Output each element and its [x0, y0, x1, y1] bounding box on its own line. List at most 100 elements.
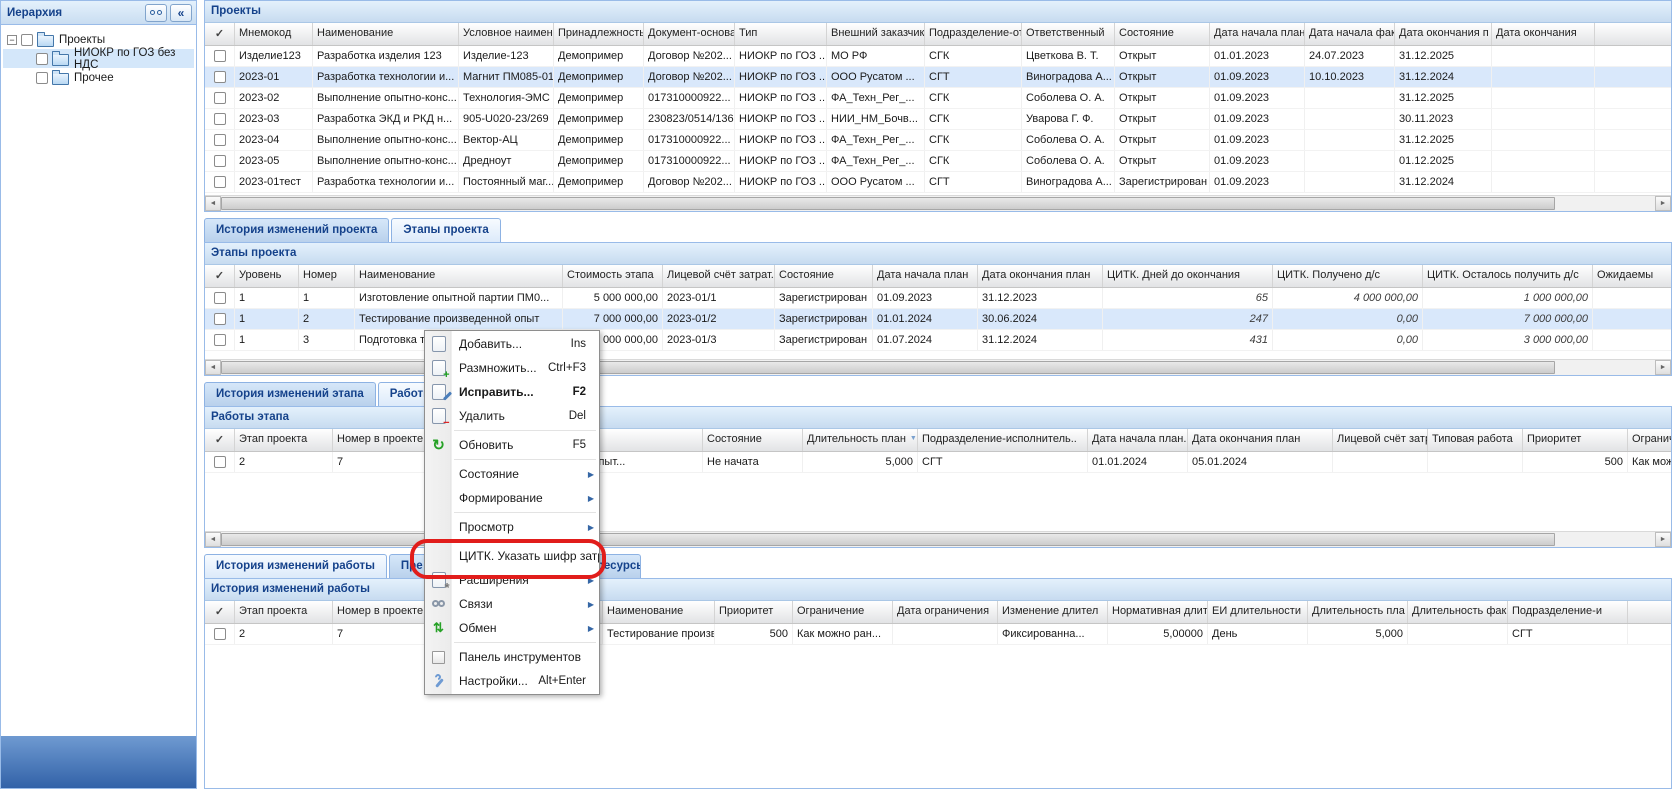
column-header[interactable]: Состояние: [1115, 23, 1210, 45]
column-header[interactable]: Условное наименова: [459, 23, 554, 45]
row-checkbox[interactable]: [214, 313, 226, 325]
tree-item[interactable]: НИОКР по ГОЗ без НДС: [3, 49, 194, 68]
tree-checkbox[interactable]: [21, 34, 33, 46]
tab-2[interactable]: Этапы проекта: [391, 218, 500, 242]
menu-item[interactable]: Расширения▶: [425, 568, 599, 592]
column-header[interactable]: ЕИ длительности: [1208, 601, 1308, 623]
column-header[interactable]: Номер: [299, 265, 355, 287]
scroll-right-button[interactable]: ►: [1655, 196, 1671, 211]
column-header[interactable]: ЦИТК. Дней до окончания: [1103, 265, 1273, 287]
column-header[interactable]: Внешний заказчик: [827, 23, 925, 45]
tab-1[interactable]: История изменений этапа: [204, 382, 376, 406]
tab-1[interactable]: История изменений проекта: [204, 218, 389, 242]
column-header[interactable]: Дата начала план: [873, 265, 978, 287]
column-header[interactable]: Дата окончания п: [1395, 23, 1492, 45]
menu-item-citk-cost-code[interactable]: ЦИТК. Указать шифр затрат...: [425, 544, 599, 568]
column-header[interactable]: Принадлежность: [554, 23, 644, 45]
scroll-right-button[interactable]: ►: [1655, 532, 1671, 547]
row-checkbox[interactable]: [214, 134, 226, 146]
column-header[interactable]: Наименование: [313, 23, 459, 45]
menu-item[interactable]: ⇅Обмен▶: [425, 616, 599, 640]
column-header[interactable]: Дата окончания план: [1188, 429, 1333, 451]
column-header[interactable]: Состояние: [775, 265, 873, 287]
column-header[interactable]: Лицевой счёт затр: [1333, 429, 1428, 451]
tree-item[interactable]: Прочее: [3, 68, 194, 87]
column-header[interactable]: Ограничение: [793, 601, 893, 623]
column-header[interactable]: Мнемокод: [235, 23, 313, 45]
row-checkbox[interactable]: [214, 50, 226, 62]
column-header[interactable]: Длительность пла: [1308, 601, 1408, 623]
menu-item[interactable]: УдалитьDel: [425, 404, 599, 428]
row-checkbox[interactable]: [214, 292, 226, 304]
menu-item[interactable]: Исправить...F2: [425, 380, 599, 404]
table-row[interactable]: 2023-02Выполнение опытно-конс...Технолог…: [205, 88, 1671, 109]
tree-checkbox[interactable]: [36, 53, 48, 65]
column-header[interactable]: Наименование: [603, 601, 715, 623]
column-header[interactable]: Номер в проекте: [333, 601, 433, 623]
column-header[interactable]: Типовая работа: [1428, 429, 1523, 451]
scroll-right-button[interactable]: ►: [1655, 360, 1671, 375]
menu-item[interactable]: Формирование▶: [425, 486, 599, 510]
column-header[interactable]: ✓: [205, 601, 235, 623]
scroll-left-button[interactable]: ◄: [205, 360, 221, 375]
column-header[interactable]: Нормативная длит: [1108, 601, 1208, 623]
row-checkbox[interactable]: [214, 456, 226, 468]
column-header[interactable]: Документ-основан: [644, 23, 735, 45]
column-header[interactable]: ЦИТК. Осталось получить д/с: [1423, 265, 1593, 287]
menu-item[interactable]: Панель инструментов: [425, 645, 599, 669]
column-header[interactable]: Состояние: [703, 429, 803, 451]
column-header[interactable]: Дата окончания план: [978, 265, 1103, 287]
column-header[interactable]: Уровень: [235, 265, 299, 287]
row-checkbox[interactable]: [214, 92, 226, 104]
column-header[interactable]: Дата начала план.: [1088, 429, 1188, 451]
row-checkbox[interactable]: [214, 334, 226, 346]
menu-item[interactable]: Связи▶: [425, 592, 599, 616]
table-row[interactable]: 12Тестирование произведенной опыт7 000 0…: [205, 309, 1671, 330]
column-header[interactable]: Подразделение-и: [1508, 601, 1628, 623]
column-header[interactable]: Дата ограничения: [893, 601, 998, 623]
row-checkbox[interactable]: [214, 628, 226, 640]
column-header[interactable]: Ограничение: [1628, 429, 1671, 451]
column-header[interactable]: Длительность фак: [1408, 601, 1508, 623]
menu-item[interactable]: Состояние▶: [425, 462, 599, 486]
column-header[interactable]: Приоритет: [1523, 429, 1628, 451]
scrollbar-thumb[interactable]: [221, 533, 1555, 546]
expander-icon[interactable]: −: [7, 35, 17, 45]
column-header[interactable]: Изменение длител: [998, 601, 1108, 623]
menu-item[interactable]: Добавить...Ins: [425, 332, 599, 356]
menu-item[interactable]: Просмотр▶: [425, 515, 599, 539]
table-row[interactable]: 2023-04Выполнение опытно-конс...Вектор-А…: [205, 130, 1671, 151]
column-header[interactable]: [1595, 23, 1671, 45]
column-header[interactable]: Подразделение-исполнитель..: [918, 429, 1088, 451]
column-header[interactable]: Дата начала факт: [1305, 23, 1395, 45]
column-header[interactable]: Подразделение-от: [925, 23, 1022, 45]
collapse-button[interactable]: «: [170, 4, 192, 22]
menu-item[interactable]: Размножить...Ctrl+F3: [425, 356, 599, 380]
tab-1[interactable]: История изменений работы: [204, 554, 387, 578]
column-header[interactable]: ✓: [205, 265, 235, 287]
table-row[interactable]: 2023-03Разработка ЭКД и РКД н...905-U020…: [205, 109, 1671, 130]
column-header[interactable]: Приоритет: [715, 601, 793, 623]
row-checkbox[interactable]: [214, 176, 226, 188]
search-button[interactable]: [145, 4, 167, 22]
scrollbar-thumb[interactable]: [221, 197, 1555, 210]
table-row[interactable]: 11Изготовление опытной партии ПМ0...5 00…: [205, 288, 1671, 309]
column-header[interactable]: Наименование: [355, 265, 563, 287]
column-header[interactable]: ЦИТК. Получено д/с: [1273, 265, 1423, 287]
menu-item[interactable]: Настройки...Alt+Enter: [425, 669, 599, 693]
table-row[interactable]: Изделие123Разработка изделия 123Изделие-…: [205, 46, 1671, 67]
row-checkbox[interactable]: [214, 71, 226, 83]
column-header[interactable]: Ответственный: [1022, 23, 1115, 45]
scroll-left-button[interactable]: ◄: [205, 196, 221, 211]
scrollbar-track[interactable]: [221, 196, 1655, 211]
tree-checkbox[interactable]: [36, 72, 48, 84]
scrollbar-thumb[interactable]: [221, 361, 1555, 374]
column-header[interactable]: ✓: [205, 429, 235, 451]
table-row[interactable]: 2023-01тестРазработка технологии и...Пос…: [205, 172, 1671, 193]
row-checkbox[interactable]: [214, 155, 226, 167]
scroll-left-button[interactable]: ◄: [205, 532, 221, 547]
column-header[interactable]: Номер в проекте: [333, 429, 433, 451]
column-header[interactable]: Лицевой счёт затрат.: [663, 265, 775, 287]
column-header[interactable]: Тип: [735, 23, 827, 45]
column-header[interactable]: Этап проекта: [235, 601, 333, 623]
